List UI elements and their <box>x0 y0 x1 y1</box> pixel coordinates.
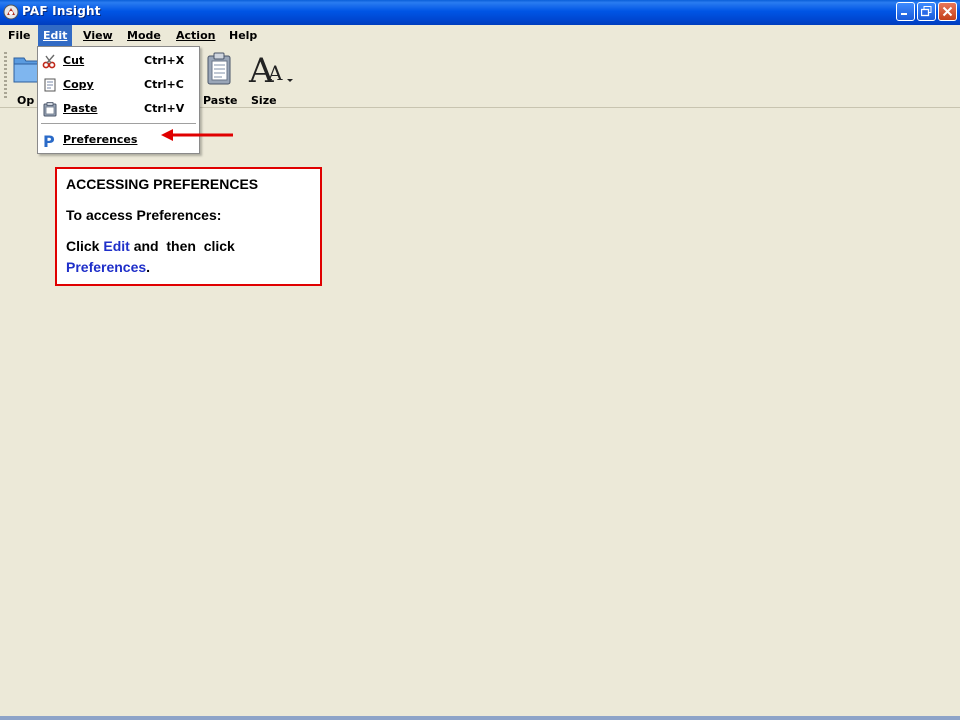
callout-preferences-word: Preferences <box>66 259 147 275</box>
callout-edit-word: Edit <box>103 238 130 254</box>
callout-heading: ACCESSING PREFERENCES <box>66 176 259 192</box>
cut-label: Cut <box>63 54 85 67</box>
preferences-p-icon: P <box>43 132 55 148</box>
window-title: PAF Insight <box>22 4 101 18</box>
size-toolbar-label: Size <box>251 94 277 107</box>
menu-help-label: Help <box>229 29 258 42</box>
svg-text:A: A <box>267 61 283 85</box>
paste-label: Paste <box>63 102 98 115</box>
red-arrow-icon <box>161 129 233 141</box>
instruction-callout: ACCESSING PREFERENCES To access Preferen… <box>55 167 322 286</box>
menu-view[interactable]: View <box>78 25 118 46</box>
svg-text:P: P <box>43 132 55 148</box>
callout-line2: Click Edit and then click <box>66 238 235 254</box>
menu-bar: File Edit View Mode Action Help <box>0 25 960 46</box>
callout-line1: To access Preferences: <box>66 207 222 223</box>
size-toolbar-button[interactable]: A A Size <box>248 50 296 107</box>
callout-period: . <box>146 259 151 275</box>
paste-toolbar-label: Paste <box>203 94 238 107</box>
clipboard-icon <box>43 102 57 117</box>
callout-click-text: Click <box>66 238 104 254</box>
scissors-icon <box>42 54 56 69</box>
open-label: Op <box>17 94 35 107</box>
copy-label: Copy <box>63 78 94 91</box>
minimize-button[interactable] <box>896 2 915 21</box>
minimize-icon <box>901 13 907 15</box>
menu-file[interactable]: File <box>3 25 36 46</box>
clipboard-paste-icon <box>207 52 231 85</box>
menu-mode[interactable]: Mode <box>122 25 166 46</box>
menu-edit[interactable]: Edit <box>38 25 73 46</box>
menu-help[interactable]: Help <box>224 25 262 46</box>
menu-action-label: Action <box>176 29 216 42</box>
copy-shortcut: Ctrl+C <box>144 78 184 91</box>
copy-icon <box>44 78 56 92</box>
paste-shortcut: Ctrl+V <box>144 102 185 115</box>
callout-middle-text: and then click <box>129 238 235 254</box>
menu-separator <box>41 123 196 124</box>
close-icon <box>942 6 953 17</box>
menu-item-paste[interactable]: Paste Ctrl+V <box>38 98 199 120</box>
menu-item-copy[interactable]: Copy Ctrl+C <box>38 74 199 96</box>
menu-file-label: File <box>8 29 31 42</box>
menu-view-label: View <box>83 29 113 42</box>
menu-action[interactable]: Action <box>171 25 220 46</box>
bottom-border <box>0 716 960 720</box>
font-size-icon: A A <box>248 51 293 91</box>
restore-button[interactable] <box>917 2 936 21</box>
title-bar: PAF Insight <box>0 0 960 25</box>
cut-shortcut: Ctrl+X <box>144 54 185 67</box>
close-button[interactable] <box>938 2 957 21</box>
callout-line3: Preferences. <box>66 259 150 275</box>
paste-toolbar-button[interactable]: Paste <box>203 50 237 107</box>
menu-item-cut[interactable]: Cut Ctrl+X <box>38 50 199 72</box>
toolbar-grip[interactable] <box>4 52 7 100</box>
preferences-label: Preferences <box>63 133 138 146</box>
menu-edit-label: Edit <box>43 29 68 42</box>
restore-icon <box>921 6 932 17</box>
menu-mode-label: Mode <box>127 29 161 42</box>
paf-app-icon <box>3 4 19 20</box>
